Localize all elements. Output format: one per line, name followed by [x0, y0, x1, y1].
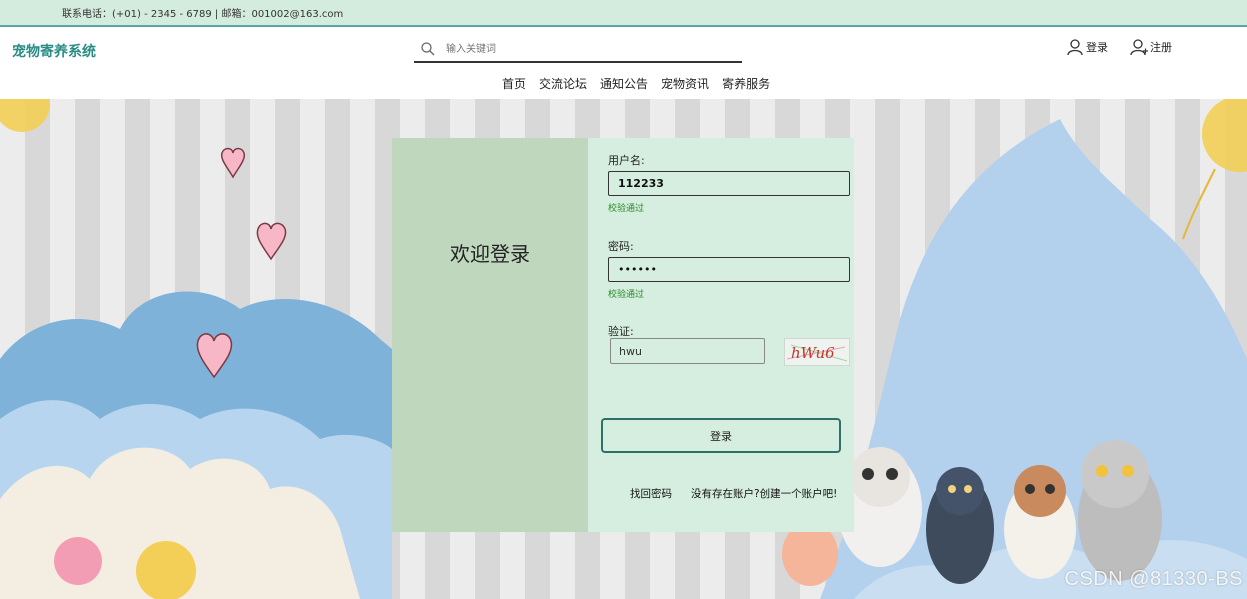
username-label: 用户名:: [608, 154, 645, 167]
login-form: 用户名: 校验通过 密码: 校验通过 验证: hWu6 登录 找回密码 没有存在…: [588, 138, 854, 532]
create-account-link[interactable]: 没有存在账户?创建一个账户吧!: [691, 486, 837, 501]
captcha-label: 验证:: [608, 325, 634, 338]
username-field[interactable]: [608, 171, 850, 196]
login-card-left-panel: 欢迎登录: [392, 138, 588, 532]
user-icon: [1067, 39, 1083, 56]
add-user-icon: [1130, 39, 1148, 56]
welcome-title: 欢迎登录: [450, 242, 530, 266]
watermark: CSDN @81330-BS: [1064, 568, 1243, 590]
top-info-bar: 联系电话：(+01) - 2345 - 6789 | 邮箱：001002@163…: [0, 0, 1247, 27]
yarn-ball-top-left: [0, 99, 50, 132]
yarn-ball-yellow: [136, 541, 196, 599]
site-logo[interactable]: 宠物寄养系统: [12, 41, 96, 61]
register-link[interactable]: 注册: [1130, 38, 1172, 56]
search-bar: [414, 37, 742, 63]
captcha-input[interactable]: [610, 338, 765, 364]
nav-item-notices[interactable]: 通知公告: [600, 75, 648, 92]
login-button[interactable]: 登录: [601, 418, 841, 453]
captcha-image[interactable]: hWu6: [784, 338, 850, 366]
main-nav: 首页 交流论坛 通知公告 宠物资讯 寄养服务: [502, 75, 770, 92]
login-link[interactable]: 登录: [1066, 38, 1108, 56]
search-icon[interactable]: [420, 41, 436, 57]
login-link-label: 登录: [1086, 41, 1108, 54]
yarn-ball-pink: [54, 537, 102, 585]
forgot-password-link[interactable]: 找回密码: [630, 486, 672, 501]
search-input[interactable]: [446, 40, 726, 58]
register-link-label: 注册: [1150, 41, 1172, 54]
yarn-ball-top-right: [1202, 99, 1247, 172]
password-label: 密码:: [608, 240, 634, 253]
password-field[interactable]: [608, 257, 850, 282]
nav-item-boarding[interactable]: 寄养服务: [722, 75, 770, 92]
header: 宠物寄养系统 登录 注册 首页 交流论坛 通知公告 宠物资讯 寄养服务: [0, 27, 1247, 99]
captcha-text: hWu6: [791, 344, 835, 362]
username-validation: 校验通过: [608, 204, 645, 214]
nav-item-pet-news[interactable]: 宠物资讯: [661, 75, 709, 92]
contact-info: 联系电话：(+01) - 2345 - 6789 | 邮箱：001002@163…: [62, 9, 344, 20]
nav-item-home[interactable]: 首页: [502, 75, 526, 92]
nav-item-forum[interactable]: 交流论坛: [539, 75, 587, 92]
login-card: 欢迎登录 用户名: 校验通过 密码: 校验通过 验证: hWu6 登录 找回密码…: [392, 138, 854, 532]
password-validation: 校验通过: [608, 290, 645, 300]
